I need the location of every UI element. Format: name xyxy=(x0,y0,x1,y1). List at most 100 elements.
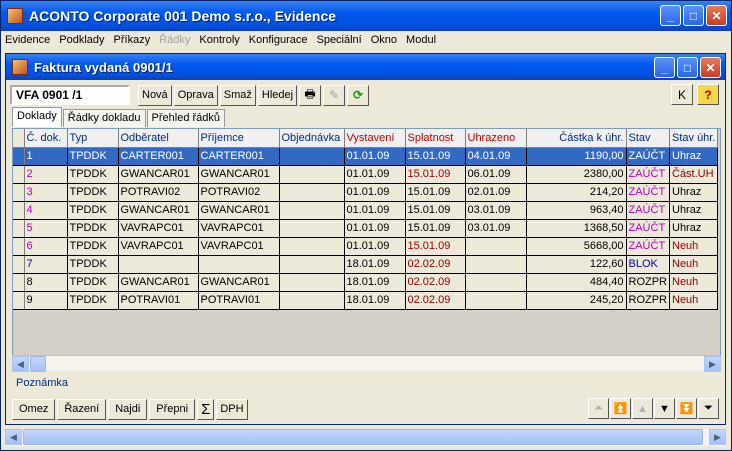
new-button[interactable]: Nová xyxy=(138,84,172,106)
row-header[interactable] xyxy=(13,219,25,238)
col-header[interactable]: Příjemce xyxy=(198,129,280,148)
table-cell: CARTER001 xyxy=(198,147,280,166)
table-cell: 1 xyxy=(24,147,68,166)
edit-button[interactable]: Oprava xyxy=(173,84,218,106)
row-header[interactable] xyxy=(13,273,25,292)
table-row[interactable]: 1 TPDDK CARTER001 CARTER001 01.01.09 15.01.09… xyxy=(13,147,719,166)
table-cell xyxy=(279,201,345,220)
scroll-thumb[interactable] xyxy=(30,356,46,372)
invoice-title: Faktura vydaná 0901/1 xyxy=(34,59,173,75)
row-header[interactable] xyxy=(13,201,25,220)
k-button[interactable]: K xyxy=(671,84,693,105)
menu-kontroly[interactable]: Kontroly xyxy=(199,34,239,46)
table-cell: TPDDK xyxy=(67,255,119,274)
page-down-icon[interactable]: ⏬ xyxy=(676,398,697,419)
table-row[interactable]: 7 TPDDK 18.01.09 02.02.09 122,60 BLOK Neuh xyxy=(13,255,719,274)
col-header[interactable]: Objednávka xyxy=(279,129,345,148)
scroll-right-icon[interactable]: ▶ xyxy=(704,356,721,372)
menu-podklady[interactable]: Podklady xyxy=(59,34,104,46)
documents-grid: Č. dok. Typ Odběratel Příjemce Objednávk… xyxy=(12,128,721,370)
title-bar[interactable]: ACONTO Corporate 001 Demo s.r.o., Eviden… xyxy=(1,1,731,31)
menu-prikazy[interactable]: Příkazy xyxy=(114,34,151,46)
table-cell: 01.01.09 xyxy=(344,147,406,166)
tab-radky-dokladu[interactable]: Řádky dokladu xyxy=(62,109,146,127)
table-row[interactable]: 6 TPDDK VAVRAPC01 VAVRAPC01 01.01.09 15.01.09… xyxy=(13,237,719,256)
table-row[interactable]: 2 TPDDK GWANCAR01 GWANCAR01 01.01.09 15.01.09… xyxy=(13,165,719,184)
col-header[interactable]: Uhrazeno xyxy=(465,129,527,148)
invoice-title-bar[interactable]: Faktura vydaná 0901/1 _ □ ✕ xyxy=(6,54,725,80)
col-header[interactable]: Č. dok. xyxy=(24,129,68,148)
col-header[interactable]: Stav xyxy=(626,129,670,148)
table-cell: Uhraz xyxy=(669,147,719,166)
table-cell: 2 xyxy=(24,165,68,184)
table-cell: 02.02.09 xyxy=(405,273,466,292)
menu-specialni[interactable]: Speciální xyxy=(316,34,361,46)
row-header[interactable] xyxy=(13,291,25,310)
child-minimize-button[interactable]: _ xyxy=(654,57,675,78)
row-header[interactable] xyxy=(13,183,25,202)
table-cell xyxy=(279,237,345,256)
find-button[interactable]: Najdi xyxy=(108,398,148,420)
row-header-corner xyxy=(13,129,25,148)
main-horizontal-scrollbar[interactable]: ◀ ▶ xyxy=(5,429,726,446)
child-close-button[interactable]: ✕ xyxy=(700,57,721,78)
table-cell: Neuh xyxy=(669,255,719,274)
main-scroll-thumb[interactable] xyxy=(23,429,703,445)
table-cell: ZAÚČT xyxy=(626,183,670,202)
col-header[interactable]: Stav úhr. xyxy=(669,129,719,148)
print-icon[interactable]: 🖶 xyxy=(299,84,322,106)
sum-button[interactable]: Σ xyxy=(197,398,215,420)
menu-konfigurace[interactable]: Konfigurace xyxy=(249,34,308,46)
toolbar: VFA 0901 /1 Nová Oprava Smaž Hledej 🖶 ✎ … xyxy=(10,84,371,106)
next-record-icon[interactable]: ▼ xyxy=(654,398,675,419)
table-cell: TPDDK xyxy=(67,219,119,238)
filter-icon[interactable]: ✎ xyxy=(323,84,346,106)
table-row[interactable]: 8 TPDDK GWANCAR01 GWANCAR01 18.01.09 02.02.09… xyxy=(13,273,719,292)
menu-evidence[interactable]: Evidence xyxy=(5,34,50,46)
minimize-button[interactable]: _ xyxy=(660,5,681,26)
last-record-icon[interactable]: ⏷ xyxy=(698,398,719,419)
tab-prehled-radku[interactable]: Přehled řádků xyxy=(146,109,226,127)
delete-button[interactable]: Smaž xyxy=(219,84,256,106)
table-cell: 06.01.09 xyxy=(465,165,527,184)
row-header[interactable] xyxy=(13,237,25,256)
table-cell: 03.01.09 xyxy=(465,201,527,220)
col-header[interactable]: Splatnost xyxy=(405,129,466,148)
tab-doklady[interactable]: Doklady xyxy=(12,107,62,127)
filter-button[interactable]: Omez xyxy=(12,398,56,420)
col-header[interactable]: Typ xyxy=(67,129,119,148)
table-cell: Uhraz xyxy=(669,201,719,220)
help-icon[interactable]: ? xyxy=(697,84,719,105)
table-cell: 02.02.09 xyxy=(405,255,466,274)
table-cell: 2380,00 xyxy=(526,165,627,184)
scroll-left-icon[interactable]: ◀ xyxy=(12,356,29,372)
search-button[interactable]: Hledej xyxy=(257,84,298,106)
refresh-icon[interactable]: ⟳ xyxy=(347,84,370,106)
row-header[interactable] xyxy=(13,165,25,184)
table-cell xyxy=(279,183,345,202)
grid-horizontal-scrollbar[interactable]: ◀ ▶ xyxy=(12,355,721,372)
row-header[interactable] xyxy=(13,147,25,166)
table-row[interactable]: 4 TPDDK GWANCAR01 GWANCAR01 01.01.09 15.01.09… xyxy=(13,201,719,220)
table-cell: 15.01.09 xyxy=(405,165,466,184)
sort-button[interactable]: Řazení xyxy=(57,398,107,420)
table-cell: TPDDK xyxy=(67,147,119,166)
col-header[interactable]: Odběratel xyxy=(118,129,199,148)
row-header[interactable] xyxy=(13,255,25,274)
document-id-field[interactable]: VFA 0901 /1 xyxy=(10,85,130,105)
table-row[interactable]: 3 TPDDK POTRAVI02 POTRAVI02 01.01.09 15.01.09… xyxy=(13,183,719,202)
menu-okno[interactable]: Okno xyxy=(371,34,397,46)
main-scroll-left-icon[interactable]: ◀ xyxy=(5,429,22,445)
col-header[interactable]: Vystavení xyxy=(344,129,406,148)
main-scroll-right-icon[interactable]: ▶ xyxy=(709,429,726,445)
close-button[interactable]: ✕ xyxy=(706,5,727,26)
table-row[interactable]: 5 TPDDK VAVRAPC01 VAVRAPC01 01.01.09 15.01.09… xyxy=(13,219,719,238)
table-row[interactable]: 9 TPDDK POTRAVI01 POTRAVI01 18.01.09 02.02.09… xyxy=(13,291,719,310)
maximize-button[interactable]: □ xyxy=(683,5,704,26)
child-maximize-button[interactable]: □ xyxy=(677,57,698,78)
table-cell: Uhraz xyxy=(669,219,719,238)
menu-modul[interactable]: Modul xyxy=(406,34,436,46)
switch-button[interactable]: Přepni xyxy=(149,398,196,420)
col-header[interactable]: Částka k úhr. xyxy=(526,129,627,148)
vat-button[interactable]: DPH xyxy=(216,398,248,420)
